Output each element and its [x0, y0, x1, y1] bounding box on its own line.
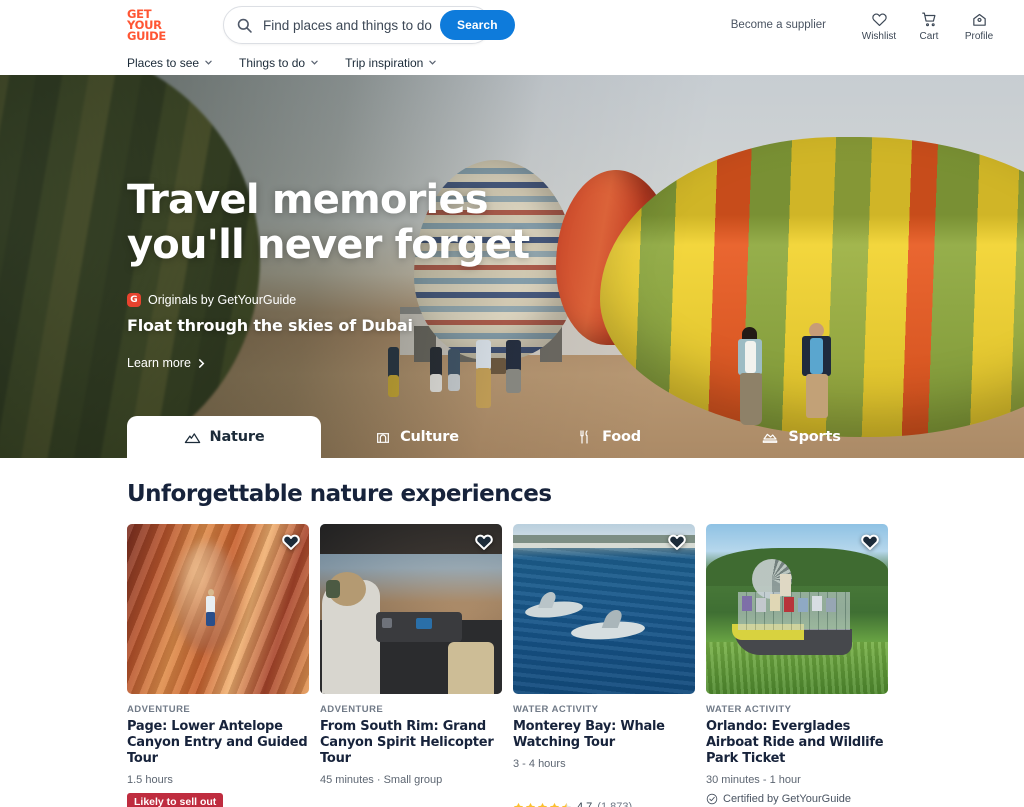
tab-label: Food	[602, 429, 641, 445]
hero-banner: Travel memories you'll never forget G Or…	[0, 75, 1024, 458]
hero-title-line-1: Travel memories	[127, 177, 489, 223]
section-title: Unforgettable nature experiences	[127, 481, 552, 507]
star-icon	[549, 802, 560, 807]
card-duration: 30 minutes - 1 hour	[706, 774, 801, 786]
tab-label: Sports	[788, 429, 841, 445]
antelope-canyon-thumbnail[interactable]	[127, 524, 309, 694]
hero-title-line-2: you'll never forget	[127, 222, 530, 268]
getyourguide-logo[interactable]: GET YOUR GUIDE	[127, 8, 179, 43]
nav-item-things-to-do[interactable]: Things to do	[239, 56, 319, 70]
card-category: WATER ACTIVITY	[706, 704, 792, 715]
profile-button[interactable]: Profile	[954, 9, 1004, 42]
wishlist-heart-icon[interactable]	[281, 532, 301, 552]
search-icon	[237, 18, 252, 33]
search-button[interactable]: Search	[440, 10, 515, 40]
nav-item-trip-inspiration[interactable]: Trip inspiration	[345, 56, 437, 70]
wishlist-button[interactable]: Wishlist	[854, 9, 904, 42]
search-input[interactable]	[253, 17, 440, 33]
category-tabs: Nature Culture Food Sports	[0, 416, 1024, 458]
card-title: From South Rim: Grand Canyon Spirit Heli…	[320, 719, 494, 766]
originals-g-icon: G	[127, 293, 141, 307]
experience-card[interactable]: WATER ACTIVITY Orlando: Everglades Airbo…	[706, 524, 888, 807]
originals-badge: G Originals by GetYourGuide	[127, 293, 529, 307]
nav-item-places-to-see[interactable]: Places to see	[127, 56, 213, 70]
card-duration: 1.5 hours	[127, 774, 173, 786]
card-category: WATER ACTIVITY	[513, 704, 599, 715]
primary-nav: Places to see Things to do Trip inspirat…	[0, 50, 1024, 75]
card-rating: 4.7 (1,873)	[513, 801, 695, 807]
wishlist-heart-icon[interactable]	[860, 532, 880, 552]
cart-icon	[921, 12, 935, 26]
sports-icon	[763, 433, 778, 443]
header-right-group: Become a supplier Wishlist Cart Profile	[731, 9, 1004, 42]
hero-content: Travel memories you'll never forget G Or…	[127, 177, 530, 372]
card-duration: 45 minutes · Small group	[320, 774, 443, 786]
card-category: ADVENTURE	[320, 704, 384, 715]
monument-icon	[377, 433, 390, 443]
become-a-supplier-link[interactable]: Become a supplier	[731, 19, 826, 31]
card-title: Page: Lower Antelope Canyon Entry and Gu…	[127, 719, 308, 766]
cart-button[interactable]: Cart	[904, 9, 954, 42]
learn-more-label: Learn more	[127, 356, 191, 370]
experience-card[interactable]: ADVENTURE From South Rim: Grand Canyon S…	[320, 524, 502, 807]
chevron-right-icon	[198, 358, 205, 368]
airboat-everglades-thumbnail[interactable]	[706, 524, 888, 694]
card-badge-spacer	[513, 770, 695, 793]
experience-card[interactable]: ADVENTURE Page: Lower Antelope Canyon En…	[127, 524, 309, 807]
heart-icon	[871, 13, 887, 26]
card-badge-spacer	[320, 786, 502, 807]
tab-label: Culture	[400, 429, 459, 445]
site-header: GET YOUR GUIDE Search Become a supplier …	[0, 0, 1024, 75]
logo-line-3: GUIDE	[127, 28, 166, 43]
wishlist-heart-icon[interactable]	[474, 532, 494, 552]
originals-badge-label: Originals by GetYourGuide	[148, 293, 297, 307]
header-top-row: GET YOUR GUIDE Search Become a supplier …	[0, 0, 1024, 50]
experience-card[interactable]: WATER ACTIVITY Monterey Bay: Whale Watch…	[513, 524, 695, 807]
star-icon	[525, 802, 536, 807]
mountains-icon	[184, 432, 200, 443]
card-duration: 3 - 4 hours	[513, 758, 566, 770]
tab-nature[interactable]: Nature	[127, 416, 321, 458]
star-icon	[537, 802, 548, 807]
tab-sports[interactable]: Sports	[705, 416, 897, 458]
experience-card-list: ADVENTURE Page: Lower Antelope Canyon En…	[127, 524, 897, 807]
card-title: Orlando: Everglades Airboat Ride and Wil…	[706, 719, 884, 766]
dolphins-ocean-thumbnail[interactable]	[513, 524, 695, 694]
chevron-down-icon	[311, 60, 318, 65]
chevron-down-icon	[205, 60, 212, 65]
certified-badge: Certified by GetYourGuide	[706, 793, 888, 805]
star-icon	[513, 802, 524, 807]
learn-more-link[interactable]: Learn more	[127, 356, 206, 370]
wishlist-label: Wishlist	[861, 30, 897, 42]
certified-label: Certified by GetYourGuide	[723, 793, 851, 805]
tab-label: Nature	[209, 429, 265, 445]
rating-value: 4.7	[577, 801, 593, 807]
nav-label: Trip inspiration	[345, 55, 424, 70]
likely-to-sell-out-badge: Likely to sell out	[127, 793, 224, 807]
hero-subtitle: Float through the skies of Dubai	[127, 316, 413, 335]
search-bar[interactable]: Search	[223, 6, 515, 44]
tab-culture[interactable]: Culture	[321, 416, 513, 458]
star-rating-icons	[513, 802, 572, 807]
star-half-icon	[561, 802, 572, 807]
check-circle-icon	[706, 793, 718, 805]
cutlery-icon	[580, 430, 588, 444]
rating-count: (1,873)	[597, 801, 633, 807]
wishlist-heart-icon[interactable]	[667, 532, 687, 552]
chevron-down-icon	[429, 60, 437, 65]
cart-label: Cart	[919, 30, 939, 42]
helicopter-cockpit-thumbnail[interactable]	[320, 524, 502, 694]
nav-label: Places to see	[127, 55, 200, 70]
card-category: ADVENTURE	[127, 704, 191, 715]
page-root: GET YOUR GUIDE Search Become a supplier …	[0, 0, 1024, 807]
nature-experiences-section: Unforgettable nature experiences ADVENTU…	[0, 481, 1024, 807]
nav-label: Things to do	[239, 55, 306, 70]
card-title: Monterey Bay: Whale Watching Tour	[513, 719, 665, 750]
hero-title: Travel memories you'll never forget	[127, 177, 530, 268]
profile-label: Profile	[964, 30, 994, 42]
tab-food[interactable]: Food	[513, 416, 705, 458]
profile-icon	[972, 13, 986, 26]
